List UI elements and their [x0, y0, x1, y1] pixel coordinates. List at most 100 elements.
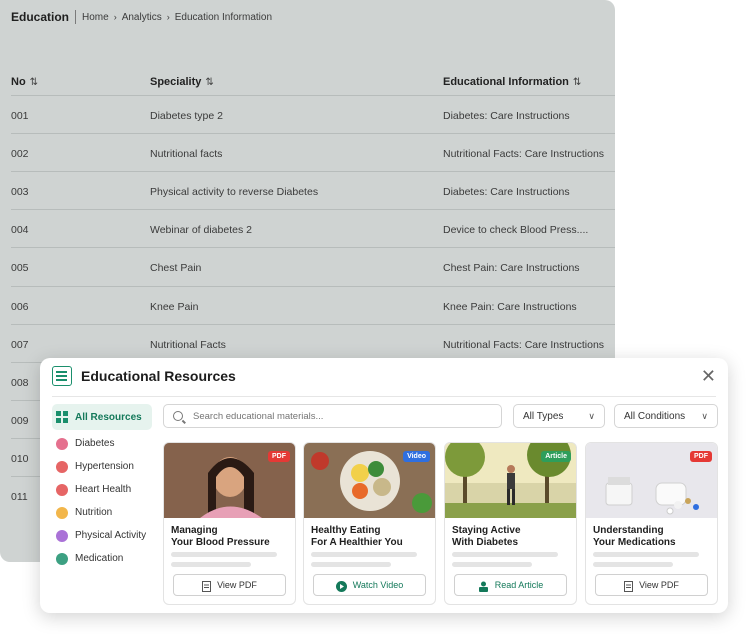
table-row[interactable]: 001 Diabetes type 2 Diabetes: Care Instruc…: [11, 95, 615, 133]
resource-type-badge: Article: [541, 451, 571, 462]
divider: [52, 396, 716, 397]
sort-icon[interactable]: ⇅: [30, 77, 38, 88]
chevron-down-icon: ∨: [588, 410, 595, 421]
condition-filter-value: All Conditions: [624, 410, 686, 422]
sidebar-item-label: All Resources: [75, 411, 142, 423]
cell-no: 007: [11, 339, 29, 351]
column-label: No: [11, 76, 26, 88]
breadcrumb-current: Education Information: [174, 11, 272, 23]
table-row[interactable]: 006 Knee Pain Knee Pain: Care Instructions: [11, 286, 615, 324]
medication-icon: [56, 552, 68, 565]
resource-action-label: View PDF: [217, 580, 257, 590]
resource-card[interactable]: PDF Understanding Your Medications View PDF: [585, 442, 718, 605]
sort-icon[interactable]: ⇅: [205, 77, 213, 88]
modal-title: Educational Resources: [81, 368, 236, 384]
resource-type-badge: Video: [403, 451, 430, 462]
educational-resources-modal: Educational Resources ✕ All Resources Dia…: [40, 358, 728, 613]
cell-no: 009: [11, 415, 29, 427]
resource-title-line-2: Your Medications: [593, 537, 676, 548]
resource-title-line-1: Staying Active: [452, 525, 521, 536]
sidebar-item-physical-activity[interactable]: Physical Activity: [52, 524, 152, 547]
cell-educational-information: Nutritional Facts: Care Instructions: [443, 148, 605, 160]
cell-no: 011: [11, 491, 28, 503]
article-icon: [478, 581, 489, 592]
resource-title-line-1: Understanding: [593, 525, 664, 536]
cell-no: 005: [11, 262, 29, 274]
cell-no: 006: [11, 301, 29, 313]
heart-monitor-icon: [56, 460, 68, 473]
grid-icon: [56, 411, 68, 423]
cell-no: 002: [11, 148, 29, 160]
resource-title: Managing Your Blood Pressure: [171, 525, 291, 549]
cell-educational-information: Device to check Blood Press....: [443, 224, 589, 236]
nutrition-icon: [56, 506, 68, 519]
sidebar-item-all-resources[interactable]: All Resources: [52, 404, 152, 430]
column-header-educational-information[interactable]: Educational Information ⇅: [443, 76, 581, 88]
placeholder-line: [593, 552, 699, 557]
heart-icon: [56, 483, 68, 496]
placeholder-line: [311, 562, 391, 567]
resource-card[interactable]: Video Healthy Eating For A Healthier You Wa…: [303, 442, 436, 605]
sidebar-item-label: Diabetes: [75, 438, 115, 449]
table-row[interactable]: 003 Physical activity to reverse Diabetes…: [11, 171, 615, 209]
resource-action-button[interactable]: Read Article: [454, 574, 567, 596]
resource-title: Understanding Your Medications: [593, 525, 713, 549]
resource-thumbnail: Article: [445, 443, 576, 518]
resource-thumbnail: PDF: [586, 443, 717, 518]
table-row[interactable]: 007 Nutritional Facts Nutritional Facts: C…: [11, 324, 615, 362]
play-icon: [335, 580, 347, 592]
sidebar-item-label: Medication: [75, 553, 124, 564]
type-filter-select[interactable]: All Types ∨: [513, 404, 605, 428]
sidebar-item-medication[interactable]: Medication: [52, 547, 152, 570]
type-filter-value: All Types: [523, 410, 564, 422]
placeholder-line: [452, 562, 532, 567]
sidebar-item-nutrition[interactable]: Nutrition: [52, 501, 152, 524]
cell-no: 001: [11, 110, 29, 122]
resource-title-line-1: Managing: [171, 525, 218, 536]
resource-action-button[interactable]: View PDF: [173, 574, 286, 596]
resource-card[interactable]: Article Staying Active With Diabetes Read A…: [444, 442, 577, 605]
resource-thumbnail: Video: [304, 443, 435, 518]
resource-title-line-1: Healthy Eating: [311, 525, 381, 536]
cell-educational-information: Chest Pain: Care Instructions: [443, 262, 580, 274]
placeholder-line: [171, 562, 251, 567]
placeholder-line: [593, 562, 673, 567]
search-icon: [173, 411, 183, 421]
modal-header: Educational Resources: [52, 366, 236, 386]
sidebar-item-diabetes[interactable]: Diabetes: [52, 432, 152, 455]
column-label: Speciality: [150, 76, 202, 88]
column-header-no[interactable]: No ⇅: [11, 76, 38, 88]
sidebar-item-label: Nutrition: [75, 507, 113, 518]
cell-speciality: Nutritional Facts: [150, 339, 226, 351]
breadcrumb-analytics[interactable]: Analytics: [122, 12, 162, 23]
sidebar-item-label: Hypertension: [75, 461, 134, 472]
resource-action-button[interactable]: Watch Video: [313, 574, 426, 596]
resource-title: Healthy Eating For A Healthier You: [311, 525, 431, 549]
table-row[interactable]: 004 Webinar of diabetes 2 Device to check …: [11, 209, 615, 247]
column-label: Educational Information: [443, 76, 569, 88]
placeholder-line: [452, 552, 558, 557]
cell-speciality: Physical activity to reverse Diabetes: [150, 186, 319, 198]
sort-icon[interactable]: ⇅: [573, 77, 581, 88]
column-header-speciality[interactable]: Speciality ⇅: [150, 76, 214, 88]
resource-title-line-2: For A Healthier You: [311, 537, 403, 548]
table-row[interactable]: 005 Chest Pain Chest Pain: Care Instructio…: [11, 247, 615, 285]
resource-type-badge: PDF: [690, 451, 712, 462]
book-icon: [52, 366, 72, 386]
breadcrumb-home[interactable]: Home: [82, 12, 109, 23]
search-box[interactable]: [163, 404, 502, 428]
sidebar-item-hypertension[interactable]: Hypertension: [52, 455, 152, 478]
chevron-right-icon: ›: [166, 12, 170, 22]
resource-thumbnail: PDF: [164, 443, 295, 518]
table-row[interactable]: 002 Nutritional facts Nutritional Facts: C…: [11, 133, 615, 171]
sidebar-item-heart-health[interactable]: Heart Health: [52, 478, 152, 501]
page-title: Education: [11, 10, 77, 24]
resource-card[interactable]: PDF Managing Your Blood Pressure View PDF: [163, 442, 296, 605]
drop-icon: [56, 437, 68, 450]
condition-filter-select[interactable]: All Conditions ∨: [614, 404, 718, 428]
resource-action-button[interactable]: View PDF: [595, 574, 708, 596]
resource-action-label: View PDF: [639, 580, 679, 590]
placeholder-line: [171, 552, 277, 557]
close-icon[interactable]: ✕: [701, 366, 716, 387]
search-input[interactable]: [193, 410, 493, 422]
